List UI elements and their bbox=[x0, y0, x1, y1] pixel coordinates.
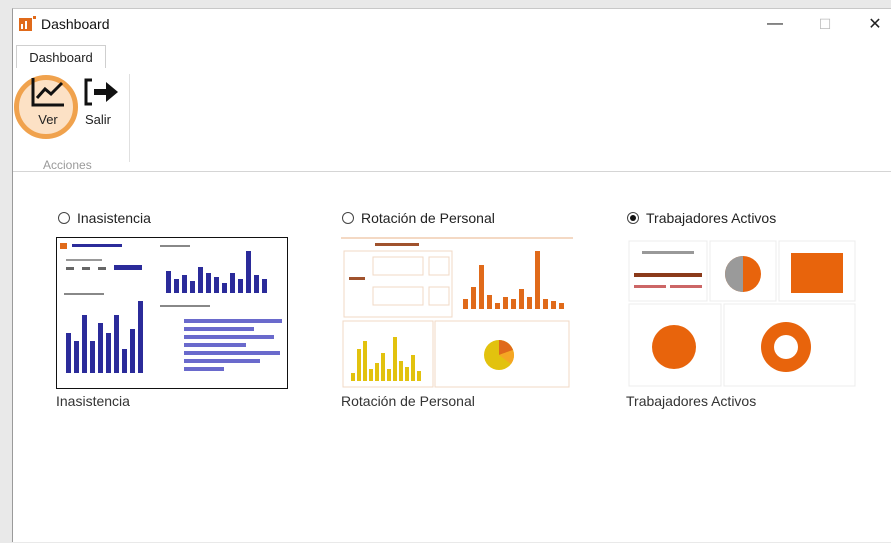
rotacion-personal-caption: Rotación de Personal bbox=[341, 393, 475, 409]
radio-indicator[interactable] bbox=[58, 212, 70, 224]
salir-button[interactable]: Salir bbox=[71, 76, 125, 136]
inasistencia-caption: Inasistencia bbox=[56, 393, 130, 409]
window-title: Dashboard bbox=[41, 16, 110, 32]
dashboard-app-icon bbox=[19, 16, 36, 31]
option-label: Rotación de Personal bbox=[361, 210, 495, 226]
dashboard-window: Dashboard — ☐ ✕ Dashboard Ver Salir Acci… bbox=[12, 8, 891, 542]
minimize-button[interactable]: — bbox=[757, 13, 793, 35]
ver-button[interactable]: Ver bbox=[14, 75, 78, 139]
ribbon-panel: Ver Salir Acciones bbox=[13, 68, 891, 172]
ribbon-group-separator bbox=[129, 74, 130, 162]
trabajadores-activos-preview[interactable] bbox=[626, 237, 858, 389]
radio-rotacion-personal[interactable]: Rotación de Personal bbox=[342, 210, 495, 226]
inasistencia-preview[interactable] bbox=[56, 237, 288, 389]
radio-indicator[interactable] bbox=[627, 212, 639, 224]
option-label: Inasistencia bbox=[77, 210, 151, 226]
trabajadores-activos-caption: Trabajadores Activos bbox=[626, 393, 757, 409]
close-button[interactable]: ✕ bbox=[857, 13, 891, 35]
radio-indicator[interactable] bbox=[342, 212, 354, 224]
salir-label: Salir bbox=[84, 112, 111, 127]
tab-dashboard[interactable]: Dashboard bbox=[16, 45, 106, 69]
acciones-group-label: Acciones bbox=[43, 158, 92, 172]
exit-icon bbox=[84, 78, 118, 106]
radio-inasistencia[interactable]: Inasistencia bbox=[58, 210, 151, 226]
radio-trabajadores-activos[interactable]: Trabajadores Activos bbox=[627, 210, 776, 226]
dashboard-selector: Inasistencia Inasistencia Rotación de Pe… bbox=[13, 172, 891, 543]
ver-label: Ver bbox=[38, 112, 58, 127]
maximize-button[interactable]: ☐ bbox=[807, 13, 843, 35]
option-label: Trabajadores Activos bbox=[646, 210, 777, 226]
line-chart-icon bbox=[31, 78, 64, 107]
ribbon-tab-strip: Dashboard bbox=[13, 39, 891, 69]
rotacion-personal-preview[interactable] bbox=[341, 237, 573, 389]
title-bar: Dashboard — ☐ ✕ bbox=[13, 9, 891, 39]
